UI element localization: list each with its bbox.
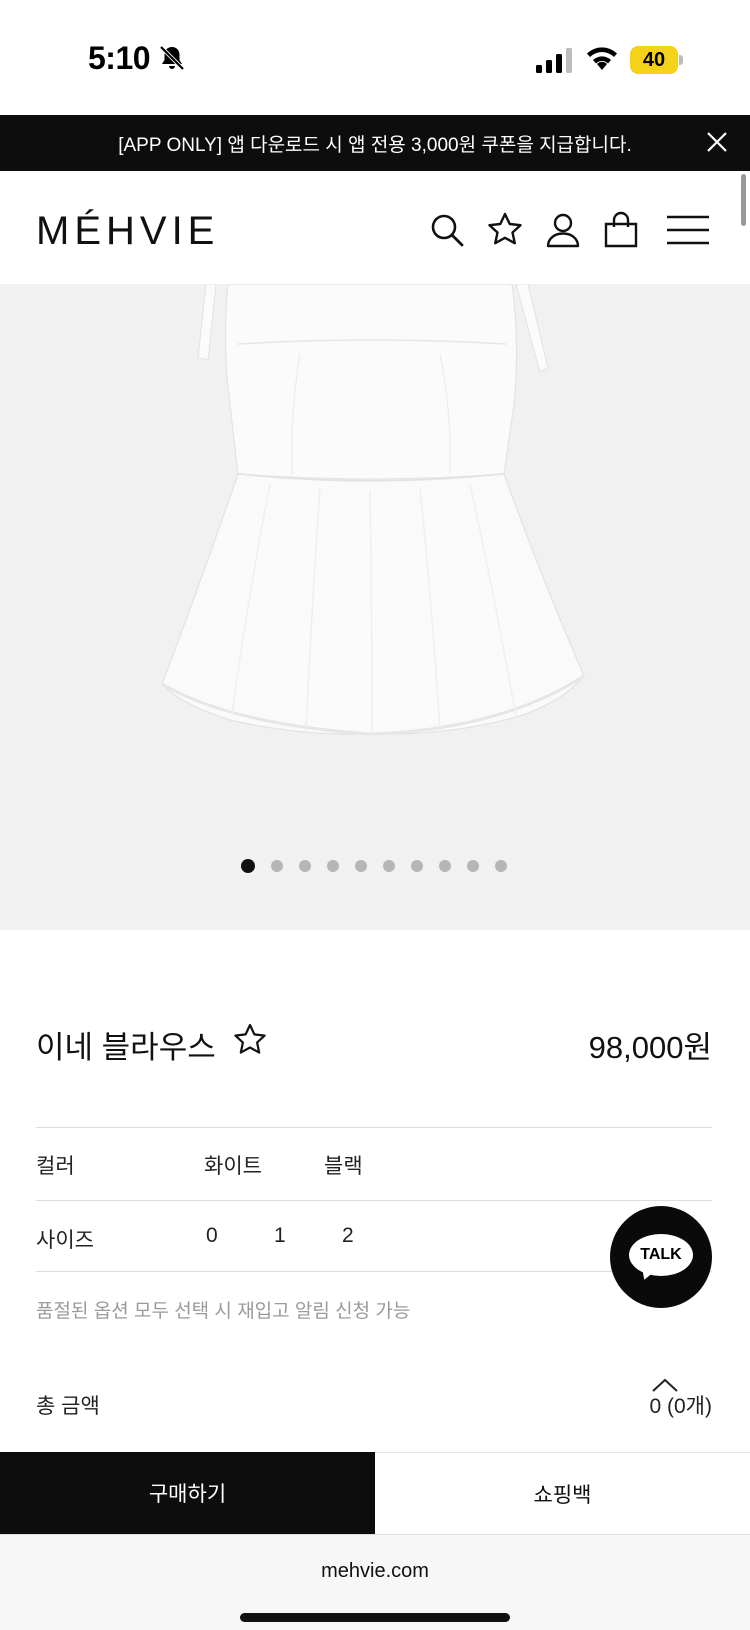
star-icon[interactable] <box>486 211 524 249</box>
product-price: 98,000원 <box>588 1030 712 1065</box>
brand-logo[interactable]: MÉHVIE <box>36 209 219 254</box>
gallery-dot-8[interactable] <box>439 860 451 872</box>
total-label: 총 금액 <box>36 1395 100 1418</box>
talk-label: TALK <box>640 1246 682 1263</box>
battery-tip <box>679 55 683 65</box>
close-icon[interactable] <box>704 129 730 155</box>
color-label: 컬러 <box>36 1155 75 1178</box>
divider <box>36 1271 712 1272</box>
gallery-dot-6[interactable] <box>383 860 395 872</box>
battery-level: 40 <box>630 46 678 74</box>
add-to-bag-button[interactable]: 쇼핑백 <box>375 1452 750 1534</box>
menu-icon[interactable] <box>666 211 710 249</box>
favorite-star-icon[interactable] <box>232 1022 268 1058</box>
gallery-dot-7[interactable] <box>411 860 423 872</box>
product-name: 이네 블라우스 <box>36 1030 216 1065</box>
battery-icon: 40 <box>630 46 683 74</box>
gallery-dot-9[interactable] <box>467 860 479 872</box>
promo-banner: [APP ONLY] 앱 다운로드 시 앱 전용 3,000원 쿠폰을 지급합니… <box>0 115 750 171</box>
chat-bubble-icon: TALK <box>629 1234 693 1276</box>
user-icon[interactable] <box>544 211 582 249</box>
color-option-black[interactable]: 블랙 <box>324 1150 363 1180</box>
gallery-dot-3[interactable] <box>299 860 311 872</box>
total-value: 0 (0개) <box>649 1395 713 1418</box>
home-indicator[interactable] <box>240 1613 510 1622</box>
divider <box>36 1200 712 1201</box>
search-icon[interactable] <box>428 211 466 249</box>
promo-text: [APP ONLY] 앱 다운로드 시 앱 전용 3,000원 쿠폰을 지급합니… <box>118 134 632 156</box>
status-time: 5:10 <box>88 40 151 76</box>
gallery-dot-5[interactable] <box>355 860 367 872</box>
size-label: 사이즈 <box>36 1229 94 1252</box>
gallery-dot-1[interactable] <box>241 859 255 873</box>
size-option-1[interactable]: 1 <box>274 1224 286 1248</box>
status-bar: 5:10 40 <box>0 0 750 115</box>
restock-note: 품절된 옵션 모두 선택 시 재입고 알림 신청 가능 <box>36 1301 411 1322</box>
bell-muted-icon <box>159 45 185 71</box>
url-text[interactable]: mehvie.com <box>0 1560 750 1583</box>
divider <box>36 1127 712 1128</box>
kakao-talk-button[interactable]: TALK <box>610 1206 712 1308</box>
color-option-white[interactable]: 화이트 <box>204 1150 262 1180</box>
wifi-icon <box>587 47 617 70</box>
gallery-dot-10[interactable] <box>495 860 507 872</box>
shopping-bag-icon[interactable] <box>602 211 640 249</box>
product-image-gallery[interactable] <box>0 284 750 930</box>
gallery-dot-2[interactable] <box>271 860 283 872</box>
size-option-0[interactable]: 0 <box>206 1224 218 1248</box>
scrollbar[interactable] <box>741 174 746 226</box>
site-header: MÉHVIE <box>0 171 750 284</box>
gallery-pagination <box>0 859 750 873</box>
buy-button[interactable]: 구매하기 <box>0 1452 375 1534</box>
cellular-signal-icon <box>536 48 572 73</box>
size-option-2[interactable]: 2 <box>342 1224 354 1248</box>
white-peplum-blouse-photo <box>161 284 585 736</box>
gallery-dot-4[interactable] <box>327 860 339 872</box>
browser-address-bar: mehvie.com <box>0 1534 750 1630</box>
